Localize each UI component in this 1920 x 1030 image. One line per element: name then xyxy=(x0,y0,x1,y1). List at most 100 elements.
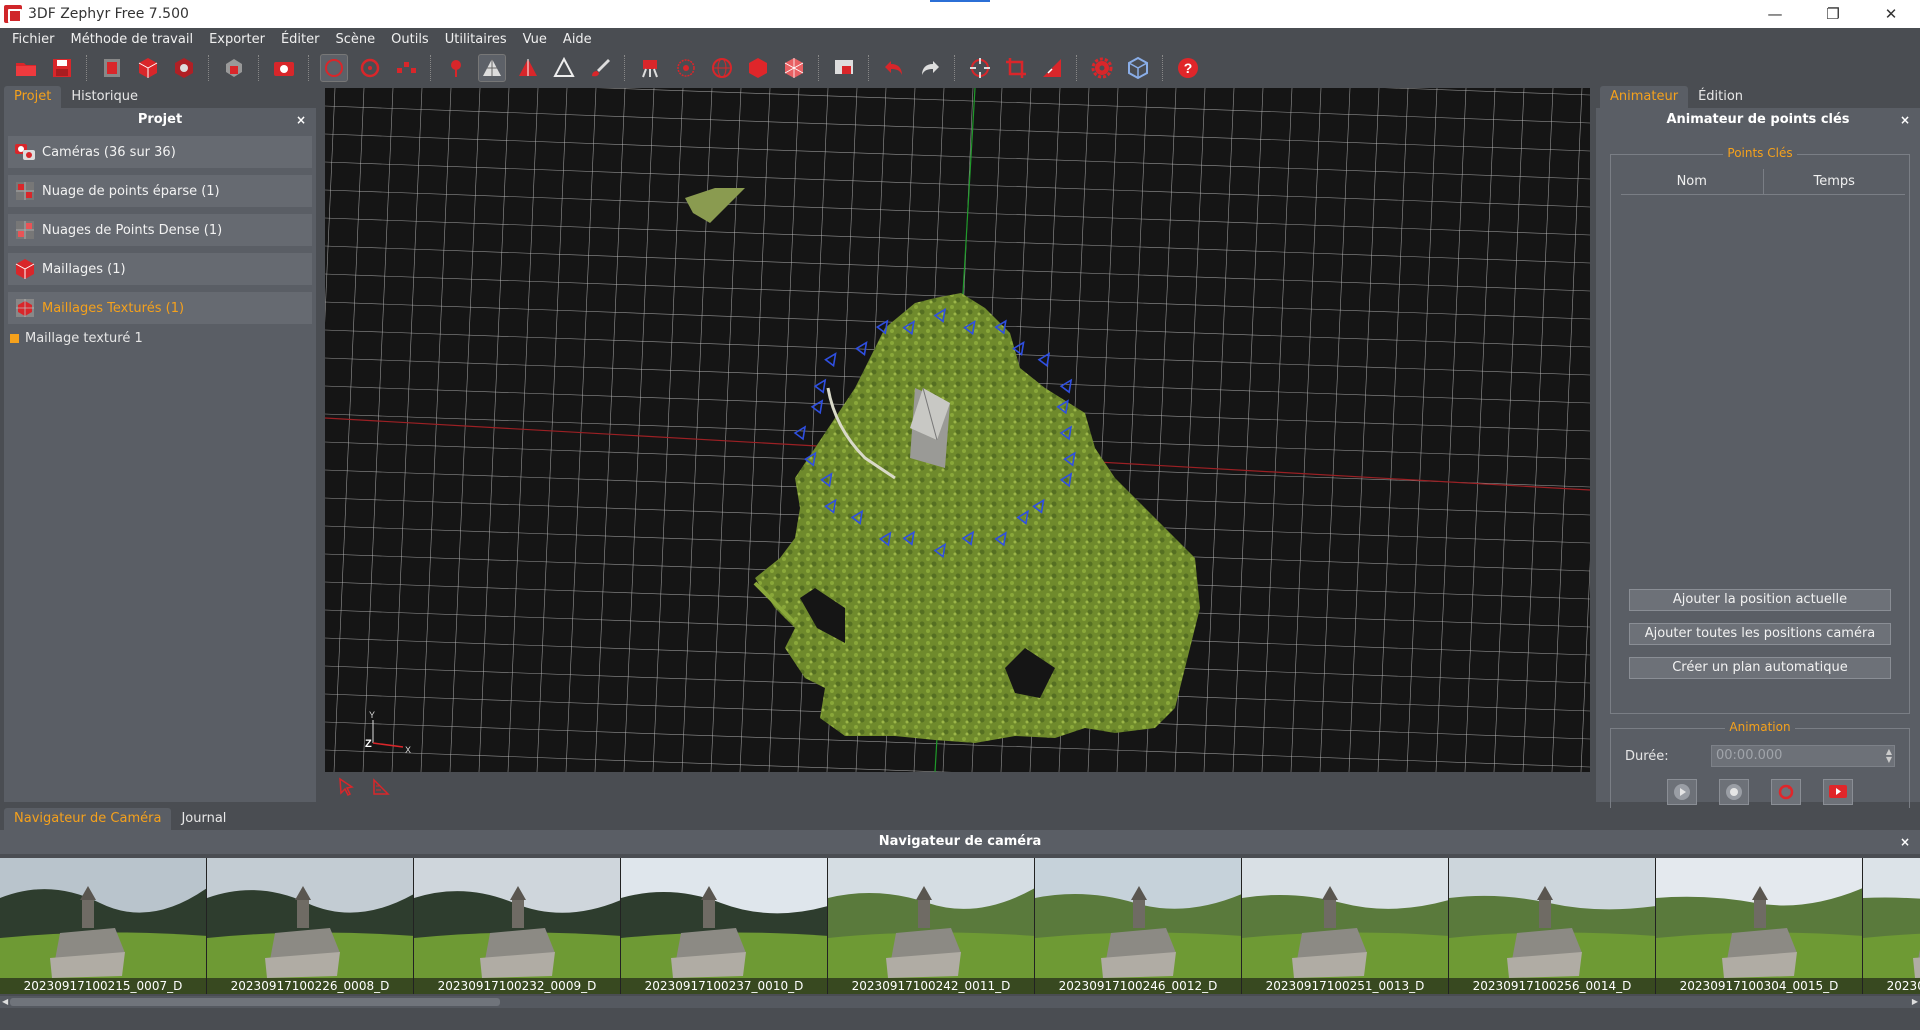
column-temps[interactable]: Temps xyxy=(1764,169,1906,194)
scrollbar-thumb[interactable] xyxy=(10,998,500,1006)
3d-viewport[interactable]: Y Z X xyxy=(325,88,1590,772)
save-icon[interactable] xyxy=(48,54,76,82)
menu-fichier[interactable]: Fichier xyxy=(4,32,63,47)
tab-camera-navigator[interactable]: Navigateur de Caméra xyxy=(4,808,172,830)
close-panel-button[interactable]: × xyxy=(296,108,306,132)
sparse-cloud-icon[interactable] xyxy=(134,54,162,82)
export-video-button[interactable] xyxy=(1823,779,1853,805)
close-panel-button[interactable]: × xyxy=(1900,830,1910,854)
duration-input[interactable]: 00:00.000 ▲ ▼ xyxy=(1711,745,1895,767)
minimize-button[interactable]: — xyxy=(1746,0,1804,28)
project-item-textured[interactable]: Maillages Texturés (1) xyxy=(8,292,312,324)
camera-thumbnails: 20230917100215_0007_D 20230917100226_0008… xyxy=(0,858,1920,994)
project-panel: Projet × Caméras (36 sur 36) Nuage de po… xyxy=(4,108,316,802)
project-item-sparse[interactable]: Nuage de points éparse (1) xyxy=(8,175,312,207)
left-tabs: Projet Historique xyxy=(0,86,320,108)
mesh-icon[interactable] xyxy=(220,54,248,82)
camera-thumbnail[interactable]: 20230917100256_0014_D xyxy=(1449,858,1656,994)
sphere-grid-icon[interactable] xyxy=(672,54,700,82)
new-project-icon[interactable] xyxy=(98,54,126,82)
duration-label: Durée: xyxy=(1625,748,1669,764)
scene-canvas[interactable]: Y Z X xyxy=(325,88,1590,772)
camera-thumbnail[interactable]: 20230917100246_0012_D xyxy=(1035,858,1242,994)
measure-icon[interactable] xyxy=(1038,54,1066,82)
camera-thumbnail[interactable]: 20230917100242_0011_D xyxy=(828,858,1035,994)
tab-edition[interactable]: Édition xyxy=(1688,86,1753,108)
dense-cloud-icon xyxy=(16,221,34,239)
duration-value: 00:00.000 xyxy=(1716,748,1783,763)
restore-button[interactable]: ❐ xyxy=(1804,0,1862,28)
thumbnail-scrollbar[interactable]: ◀ ▶ xyxy=(0,996,1920,1008)
tab-historique[interactable]: Historique xyxy=(61,86,148,108)
project-item-label: Maillages Texturés (1) xyxy=(42,300,185,316)
camera-thumbnail[interactable]: 20230917100251_0013_D xyxy=(1242,858,1449,994)
spin-arrows-icon[interactable]: ▲ ▼ xyxy=(1886,748,1892,764)
screen-icon[interactable] xyxy=(830,54,858,82)
play-button[interactable] xyxy=(1667,779,1697,805)
redo-icon[interactable] xyxy=(916,54,944,82)
textured-mesh-entry[interactable]: Maillage texturé 1 xyxy=(4,329,316,347)
camera-thumbnail[interactable]: 20230917100232_0009_D xyxy=(414,858,621,994)
menu-methode[interactable]: Méthode de travail xyxy=(63,32,202,47)
scroll-left-icon[interactable]: ◀ xyxy=(2,996,8,1008)
crop-icon[interactable] xyxy=(1002,54,1030,82)
cameras-icon xyxy=(15,144,35,160)
loop-button[interactable] xyxy=(1771,779,1801,805)
menu-aide[interactable]: Aide xyxy=(555,32,600,47)
tab-projet[interactable]: Projet xyxy=(4,86,62,108)
scroll-right-icon[interactable]: ▶ xyxy=(1912,996,1918,1008)
close-button[interactable]: ✕ xyxy=(1862,0,1920,28)
close-panel-button[interactable]: × xyxy=(1900,108,1910,132)
church-model[interactable] xyxy=(910,387,950,468)
menu-utilitaires[interactable]: Utilitaires xyxy=(437,32,515,47)
camera-thumbnail[interactable]: 20230917100226_0008_D xyxy=(207,858,414,994)
camera-thumbnail[interactable]: 20230917100304_0015_D xyxy=(1656,858,1863,994)
visibility-checkbox[interactable] xyxy=(10,333,19,343)
dense-cloud-icon[interactable] xyxy=(170,54,198,82)
menu-vue[interactable]: Vue xyxy=(515,32,555,47)
triangle-outline-icon[interactable] xyxy=(550,54,578,82)
rotate-icon[interactable] xyxy=(356,54,384,82)
select-icon[interactable] xyxy=(320,54,348,82)
record-button[interactable] xyxy=(1719,779,1749,805)
cube-red-icon[interactable] xyxy=(744,54,772,82)
menu-scene[interactable]: Scène xyxy=(328,32,384,47)
box-icon[interactable] xyxy=(1124,54,1152,82)
cube-grid-icon[interactable] xyxy=(780,54,808,82)
menu-editer[interactable]: Éditer xyxy=(273,32,328,47)
menu-exporter[interactable]: Exporter xyxy=(201,32,273,47)
project-item-dense[interactable]: Nuages de Points Dense (1) xyxy=(8,214,312,246)
mesh-view-icon[interactable] xyxy=(478,54,506,82)
textured-mesh[interactable] xyxy=(755,293,1200,743)
toolbar-separator xyxy=(1076,55,1078,81)
open-folder-icon[interactable] xyxy=(12,54,40,82)
project-item-meshes[interactable]: Maillages (1) xyxy=(8,253,312,285)
menu-outils[interactable]: Outils xyxy=(383,32,437,47)
thumbnail-label: 20230917100226_0008_D xyxy=(207,978,413,994)
add-current-position-button[interactable]: Ajouter la position actuelle xyxy=(1629,589,1891,611)
column-nom[interactable]: Nom xyxy=(1621,169,1764,194)
tab-journal[interactable]: Journal xyxy=(171,808,236,830)
brush-icon[interactable] xyxy=(586,54,614,82)
camera-thumbnail[interactable]: 20230917100237_0010_D xyxy=(621,858,828,994)
ruler-icon[interactable] xyxy=(371,777,391,797)
camera-thumbnail[interactable]: 20230917100215_0007_D xyxy=(0,858,207,994)
add-all-camera-positions-button[interactable]: Ajouter toutes les positions caméra xyxy=(1629,623,1891,645)
thumbnail-image xyxy=(1449,858,1655,994)
help-icon[interactable]: ? xyxy=(1174,54,1202,82)
sphere-icon[interactable] xyxy=(708,54,736,82)
tab-animateur[interactable]: Animateur xyxy=(1600,86,1689,108)
create-auto-plan-button[interactable]: Créer un plan automatique xyxy=(1629,657,1891,679)
camera-thumbnail[interactable]: 20230917100309_0016_D xyxy=(1863,858,1920,994)
camera-icon[interactable] xyxy=(270,54,298,82)
marker-icon[interactable] xyxy=(442,54,470,82)
camera-rig-icon[interactable] xyxy=(636,54,664,82)
orbit-icon[interactable] xyxy=(966,54,994,82)
viewport-tools xyxy=(325,772,1590,802)
undo-icon[interactable] xyxy=(880,54,908,82)
project-item-cameras[interactable]: Caméras (36 sur 36) xyxy=(8,136,312,168)
points-icon[interactable] xyxy=(392,54,420,82)
cursor-select-icon[interactable] xyxy=(337,777,357,797)
triangle-red-icon[interactable] xyxy=(514,54,542,82)
settings-icon[interactable] xyxy=(1088,54,1116,82)
